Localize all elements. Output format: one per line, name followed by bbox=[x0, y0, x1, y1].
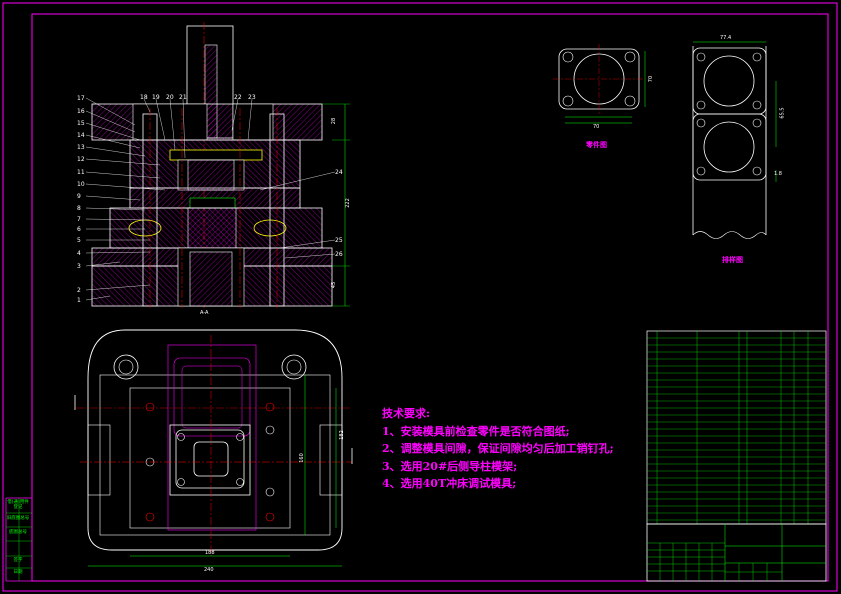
section-callout: 18 bbox=[140, 94, 148, 101]
technical-note-2: 2、调整模具间隙，保证间隙均匀后加工销钉孔; bbox=[382, 442, 614, 455]
strip-edge-dim: 1.8 bbox=[774, 171, 782, 177]
strip-view-label: 排样图 bbox=[722, 256, 743, 264]
section-callout: 4 bbox=[77, 250, 81, 257]
section-callout: 24 bbox=[335, 169, 343, 176]
section-callout: 25 bbox=[335, 237, 343, 244]
section-callout: 1 bbox=[77, 297, 81, 304]
section-callout: 5 bbox=[77, 237, 81, 244]
plan-inner-height-dim: 160 bbox=[298, 453, 305, 463]
section-callout: 7 bbox=[77, 216, 81, 223]
technical-note-3: 3、选用20#后侧导柱模架; bbox=[382, 459, 518, 473]
section-view bbox=[85, 22, 350, 308]
plan-view bbox=[74, 329, 353, 567]
section-callout: 11 bbox=[77, 169, 85, 176]
section-callout: 12 bbox=[77, 156, 85, 163]
plan-width-dim: 240 bbox=[204, 567, 214, 573]
title-block bbox=[646, 523, 827, 582]
bom-table bbox=[646, 330, 827, 525]
section-callout: 2 bbox=[77, 287, 81, 294]
section-callout: 16 bbox=[77, 108, 85, 115]
part-height-dim: 70 bbox=[648, 75, 655, 83]
section-callout: 23 bbox=[248, 94, 256, 101]
left-tab-drawing-number: 底图总号 bbox=[9, 530, 27, 535]
section-callout: 20 bbox=[166, 94, 174, 101]
section-callout: 14 bbox=[77, 132, 85, 139]
left-tab-borrowed: 借(通)用件登记 bbox=[7, 500, 29, 510]
technical-note-1: 1、安装模具前检查零件是否符合图纸; bbox=[382, 424, 570, 438]
technical-notes-title: 技术要求: bbox=[382, 407, 431, 420]
left-tab-old-drawing: 旧底图总号 bbox=[6, 516, 30, 521]
technical-notes: 技术要求: 1、安装模具前检查零件是否符合图纸; 2、调整模具间隙，保证间隙均匀… bbox=[382, 405, 614, 493]
section-callout: 26 bbox=[335, 251, 343, 258]
section-callout: 15 bbox=[77, 120, 85, 127]
section-callout: 22 bbox=[234, 94, 242, 101]
section-bottom-dim: 45 bbox=[331, 281, 338, 289]
section-callout: 17 bbox=[77, 95, 85, 102]
section-height-dim: 222 bbox=[344, 198, 351, 208]
part-width-dim: 70 bbox=[593, 124, 600, 130]
part-view-label: 零件图 bbox=[586, 141, 607, 149]
section-callout: 8 bbox=[77, 205, 81, 212]
section-callout: 13 bbox=[77, 144, 85, 151]
part-view bbox=[553, 44, 646, 124]
left-tab-date: 日期 bbox=[13, 570, 23, 575]
section-callout: 10 bbox=[77, 181, 85, 188]
section-callout: 19 bbox=[152, 94, 160, 101]
left-tab-signature: 签字 bbox=[13, 558, 23, 563]
section-callout: 9 bbox=[77, 193, 81, 200]
strip-view bbox=[692, 41, 777, 239]
section-callout: 3 bbox=[77, 263, 81, 270]
section-top-dim: 28 bbox=[331, 117, 338, 125]
technical-note-4: 4、选用40T冲床调试模具; bbox=[382, 477, 517, 490]
plan-height-dim: 182 bbox=[338, 430, 345, 440]
strip-pitch-dim: 65.5 bbox=[779, 107, 786, 119]
section-callout: 21 bbox=[179, 94, 187, 101]
drawing-sheet: 1716151413121110987654321 18 19 20 21 22 23 2… bbox=[2, 2, 838, 592]
plan-inner-width-dim: 188 bbox=[205, 550, 215, 556]
strip-width-dim: 77.4 bbox=[720, 35, 732, 41]
section-view-label: A-A bbox=[200, 310, 209, 316]
section-callout: 6 bbox=[77, 226, 81, 233]
